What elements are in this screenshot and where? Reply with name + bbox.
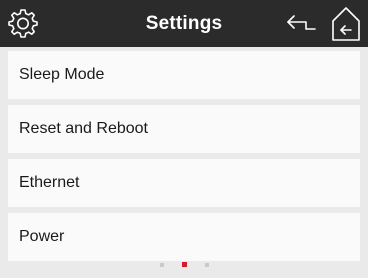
menu-item-label: Power [19,228,65,245]
settings-screen: Settings Sleep Mode Reset and Reboot Eth… [0,0,368,278]
header-bar: Settings [0,0,368,47]
page-dot-active[interactable] [181,262,187,267]
menu-item-ethernet[interactable]: Ethernet [8,159,360,207]
menu-item-label: Reset and Reboot [19,120,148,137]
menu-item-label: Ethernet [19,174,80,191]
settings-menu: Sleep Mode Reset and Reboot Ethernet Pow… [8,51,360,267]
home-icon[interactable] [330,6,362,42]
menu-item-label: Sleep Mode [19,66,105,83]
page-dot[interactable] [159,262,164,267]
back-arrow-icon[interactable] [285,12,317,36]
menu-item-sleep-mode[interactable]: Sleep Mode [8,51,360,99]
page-dot[interactable] [204,262,209,267]
page-indicator [0,262,368,272]
menu-item-power[interactable]: Power [8,213,360,261]
menu-item-reset-and-reboot[interactable]: Reset and Reboot [8,105,360,153]
